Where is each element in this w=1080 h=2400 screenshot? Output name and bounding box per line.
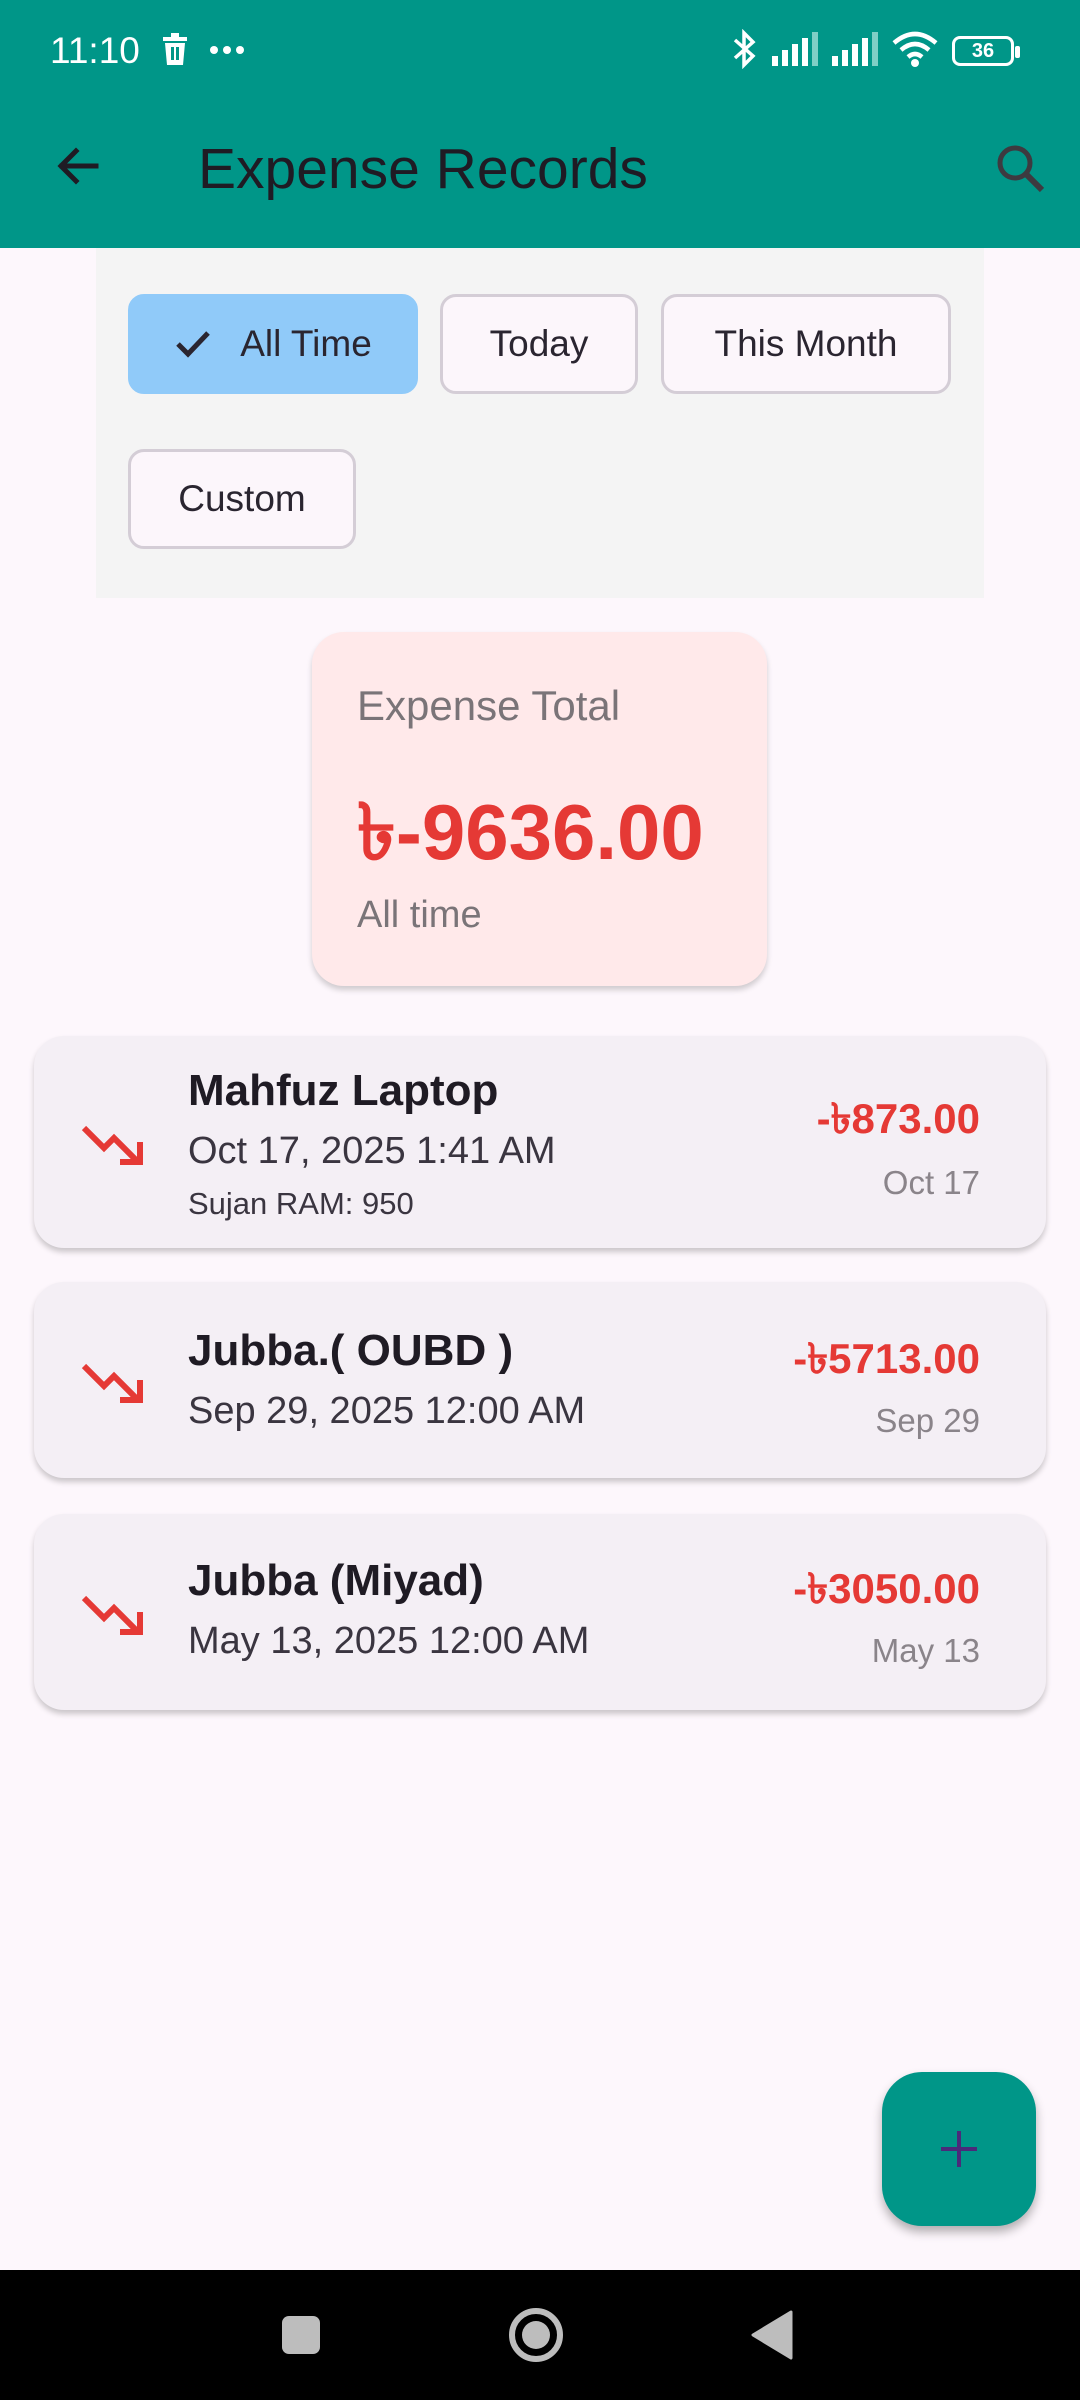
expense-record[interactable]: Jubba.( OUBD ) Sep 29, 2025 12:00 AM -৳5… [34,1282,1046,1478]
filter-chip-label: Today [489,323,589,364]
record-datetime: Oct 17, 2025 1:41 AM [188,1130,556,1172]
nav-back-button[interactable] [736,2300,806,2370]
status-time: 11:10 [50,30,140,71]
filter-chip-custom[interactable]: Custom [128,449,356,549]
trending-down-icon [81,1363,143,1403]
back-triangle-icon [751,2310,793,2360]
record-short-date: Oct 17 [882,1164,980,1201]
record-short-date: Sep 29 [875,1402,980,1439]
record-short-date: May 13 [871,1632,980,1669]
record-amount: -৳5713.00 [793,1335,980,1382]
record-title: Mahfuz Laptop [188,1066,499,1115]
total-period: All time [357,894,482,936]
trending-down-icon [81,1125,143,1165]
recents-square-icon [282,2316,320,2354]
filter-chip-label: Custom [178,478,306,519]
record-amount: -৳873.00 [816,1095,980,1142]
system-nav-bar [0,2270,1080,2400]
filter-chip-today[interactable]: Today [440,294,638,394]
trending-down-icon [81,1595,143,1635]
record-title: Jubba.( OUBD ) [188,1326,514,1375]
battery-icon: 36 [952,36,1020,66]
record-datetime: May 13, 2025 12:00 AM [188,1620,590,1662]
home-button[interactable] [501,2300,571,2370]
home-circle-icon [509,2308,563,2362]
record-title: Jubba (Miyad) [188,1556,484,1605]
trash-icon [162,32,188,70]
search-icon [997,145,1045,193]
filter-chip-all-time[interactable]: All Time [128,294,418,394]
record-amount: -৳3050.00 [793,1565,980,1612]
filter-chip-label: All Time [240,323,372,364]
total-amount: ৳-9636.00 [357,788,704,876]
record-datetime: Sep 29, 2025 12:00 AM [188,1390,586,1432]
back-button[interactable] [40,128,116,204]
filter-chip-this-month[interactable]: This Month [661,294,951,394]
more-icon [210,42,244,60]
expense-record[interactable]: Mahfuz Laptop Oct 17, 2025 1:41 AM Sujan… [34,1036,1046,1248]
arrow-back-icon [57,147,99,185]
signal-icon [772,31,818,71]
filter-chip-label: This Month [714,323,898,364]
record-note: Sujan RAM: 950 [188,1186,414,1221]
filter-panel: All Time Today This Month Custom [96,248,984,598]
signal-icon [832,31,878,71]
add-icon [941,2131,977,2167]
total-label: Expense Total [357,682,621,729]
recents-button[interactable] [266,2300,336,2370]
page-title: Expense Records [198,137,648,201]
wifi-icon [892,31,938,72]
bluetooth-icon [732,28,758,74]
check-icon [174,329,212,359]
expense-record[interactable]: Jubba (Miyad) May 13, 2025 12:00 AM -৳30… [34,1514,1046,1710]
expense-total-card: Expense Total ৳-9636.00 All time [312,632,767,986]
add-record-button[interactable] [882,2072,1036,2226]
app-header: 11:10 36 Expense Records [0,0,1080,248]
search-button[interactable] [986,134,1054,202]
status-system-icons: 36 [732,26,1020,76]
status-notification-icons [162,32,244,70]
